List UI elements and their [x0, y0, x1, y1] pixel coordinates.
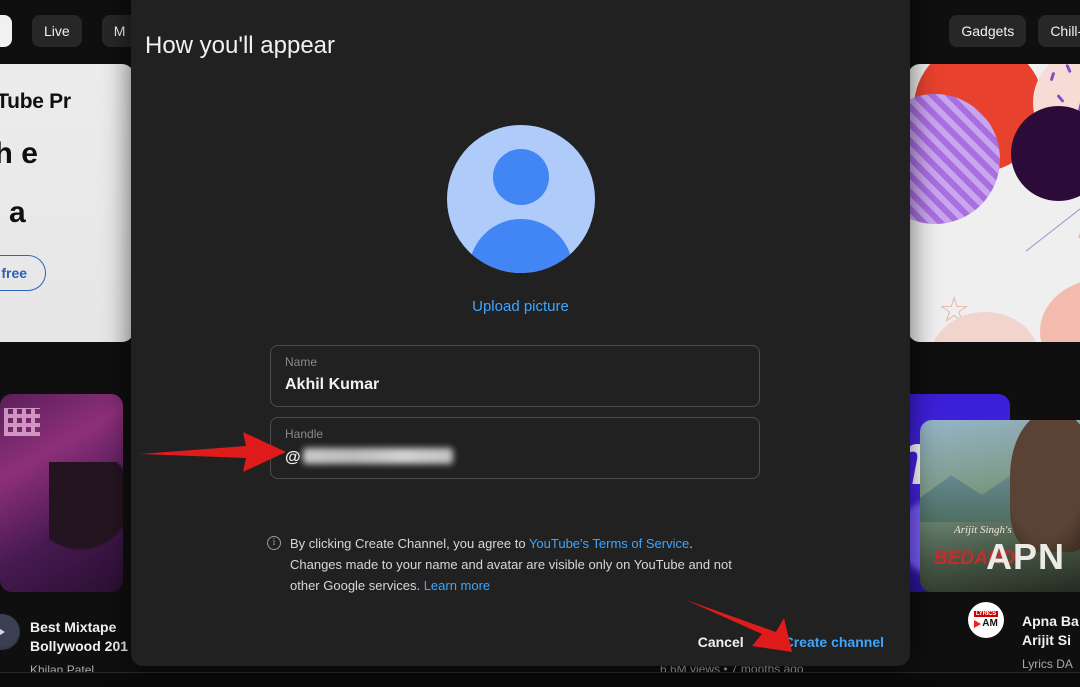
thumbnail-figure [1010, 420, 1080, 552]
disclaimer-text: By clicking Create Channel, you agree to… [290, 533, 747, 596]
youtube-premium-banner[interactable]: YouTube Pr Watch e ove – a 1 month free [0, 64, 134, 342]
video-title-3b[interactable]: Arijit Si [1022, 631, 1080, 650]
info-icon: i [267, 536, 281, 550]
premium-cta-button[interactable]: 1 month free [0, 255, 47, 292]
name-field-value: Akhil Kumar [285, 376, 380, 393]
handle-redacted-value [302, 448, 453, 464]
shape-squiggle: ∿ [1076, 224, 1080, 250]
default-avatar-icon[interactable] [446, 125, 595, 273]
chip-all[interactable] [0, 15, 12, 47]
terms-of-service-link[interactable]: YouTube's Terms of Service [529, 536, 689, 551]
channel-avatar-3[interactable]: LYRICS AM [968, 602, 1004, 638]
premium-brand-label: YouTube Pr [0, 90, 71, 113]
chip-label-4: Chill-o [1050, 23, 1080, 39]
avatar-badge-line1: LYRICS [973, 611, 999, 617]
handle-field[interactable]: Handle @ [270, 417, 760, 479]
bottom-edge-strip [0, 672, 1080, 687]
chip-chillout[interactable]: Chill-o [1038, 15, 1080, 47]
name-field[interactable]: Name Akhil Kumar [270, 345, 760, 407]
screenshot-root: Live M Gadgets Chill-o YouTube Pr Watch … [0, 0, 1080, 687]
premium-headline-2: ove – a [0, 195, 26, 229]
chip-gadgets[interactable]: Gadgets [949, 15, 1027, 47]
video-channel-3[interactable]: Lyrics DA [1022, 655, 1080, 673]
chip-label-1: Live [44, 23, 70, 39]
video-thumbnail-1[interactable] [0, 394, 123, 592]
dialog-title: How you'll appear [145, 32, 336, 59]
shape-diagonal-line [1025, 205, 1080, 252]
disclaimer-part1: By clicking Create Channel, you agree to [290, 536, 529, 551]
thumbnail-song-big: APN [986, 536, 1066, 577]
avatar-body [468, 219, 573, 273]
chip-label-3: Gadgets [961, 23, 1015, 39]
video-title-3a[interactable]: Apna Ba [1022, 612, 1080, 631]
chip-label-2: M [113, 23, 126, 39]
avatar-head [492, 149, 549, 205]
thumbnail-artist-signature: Arijit Singh's [954, 524, 1012, 536]
name-field-label: Name [285, 355, 318, 369]
chip-live[interactable]: Live [32, 15, 82, 47]
premium-headline-1: Watch e [0, 137, 38, 170]
video-thumbnail-3[interactable]: Arijit Singh's BEDARD APN [920, 420, 1080, 592]
handle-field-label: Handle [285, 427, 324, 441]
create-channel-dialog: How you'll appear Upload picture Name Ak… [131, 0, 910, 666]
premium-brand-row: YouTube Pr [0, 90, 134, 114]
terms-disclaimer: i By clicking Create Channel, you agree … [267, 533, 747, 596]
handle-field-value: @ [285, 448, 745, 467]
learn-more-link[interactable]: Learn more [424, 578, 490, 593]
abstract-art-banner[interactable]: ∿ ☆ [908, 64, 1080, 342]
upload-picture-button[interactable]: Upload picture [131, 298, 910, 315]
annotation-arrow-create [680, 596, 796, 654]
avatar-container [131, 125, 910, 273]
channel-avatar-1[interactable] [0, 614, 20, 650]
annotation-arrow-handle [138, 424, 288, 480]
avatar-badge-line2: AM [974, 618, 998, 629]
shape-pink-circle-a [1040, 279, 1080, 342]
